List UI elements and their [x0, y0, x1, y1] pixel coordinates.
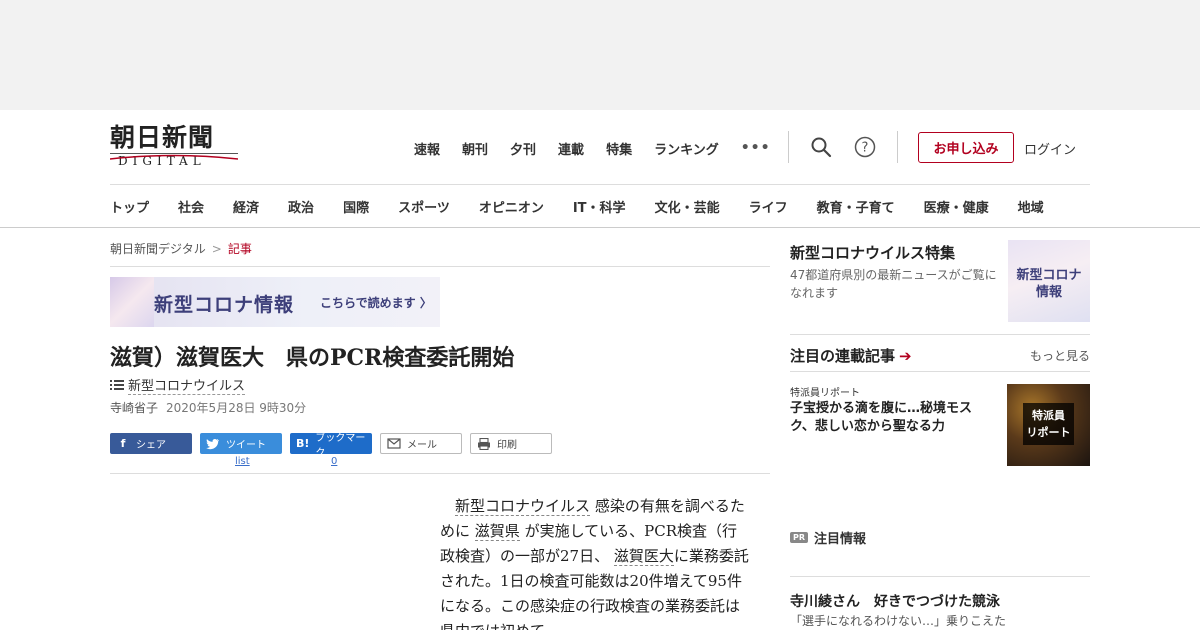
- mail-label: メール: [407, 440, 437, 451]
- pr-headline[interactable]: 寺川綾さん 好きでつづけた競泳: [790, 591, 1000, 611]
- article-headline: 滋賀）滋賀医大 県のPCR検査委託開始: [110, 345, 515, 371]
- divider: [897, 131, 898, 163]
- category-local[interactable]: 地域: [1018, 197, 1044, 216]
- facebook-share-label: シェア: [136, 440, 166, 451]
- badge-label: 特派員 リポート: [1026, 409, 1071, 439]
- series-thumbnail[interactable]: 特派員 リポート: [1007, 384, 1090, 466]
- facebook-icon: f: [120, 437, 126, 450]
- twitter-share-button[interactable]: ツイート: [200, 433, 282, 454]
- arrow-right-icon: ➔: [899, 347, 912, 365]
- article-body: 新型コロナウイルス 感染の有無を調べるために 滋賀県 が実施している、PCR検査…: [440, 494, 750, 630]
- corona-info-banner[interactable]: 新型コロナ情報 こちらで読めます 〉: [110, 277, 440, 327]
- search-icon[interactable]: [810, 136, 832, 158]
- facebook-share-button[interactable]: f シェア: [110, 433, 192, 454]
- hatena-bookmark-button[interactable]: B! ブックマーク: [290, 433, 372, 459]
- share-bar: f シェア ツイート B! ブックマーク メール 印刷: [110, 433, 560, 459]
- login-link[interactable]: ログイン: [1024, 139, 1076, 158]
- category-international[interactable]: 国際: [343, 197, 369, 216]
- category-economy[interactable]: 経済: [233, 197, 259, 216]
- topnav-evening[interactable]: 夕刊: [510, 139, 536, 158]
- divider: [788, 131, 789, 163]
- site-logo[interactable]: 朝日新聞 DIGITAL: [110, 124, 242, 174]
- category-top[interactable]: トップ: [110, 197, 149, 216]
- print-icon: [478, 437, 490, 450]
- category-health[interactable]: 医療・健康: [924, 197, 989, 216]
- topnav-features[interactable]: 特集: [606, 139, 632, 158]
- feature-description: 47都道府県別の最新ニュースがご覧になれます: [790, 268, 997, 300]
- topnav-series[interactable]: 連載: [558, 139, 584, 158]
- divider: [790, 371, 1090, 372]
- series-headline[interactable]: 子宝授かる滴を腹に…秘境モスク、悲しい恋から聖なる力: [790, 400, 995, 436]
- pr-section-title: PR 注目情報: [790, 528, 866, 547]
- topnav-morning[interactable]: 朝刊: [462, 139, 488, 158]
- series-section-title[interactable]: 注目の連載記事 ➔: [790, 345, 912, 366]
- category-opinion[interactable]: オピニオン: [479, 197, 544, 216]
- list-icon: [110, 380, 124, 390]
- hatena-label: ブックマーク: [315, 432, 366, 459]
- divider: [790, 576, 1090, 577]
- print-label: 印刷: [497, 440, 517, 451]
- category-culture[interactable]: 文化・芸能: [655, 197, 720, 216]
- topnav-ranking[interactable]: ランキング: [654, 139, 719, 158]
- pr-description: 「選手になれるわけない…」乗りこえた: [790, 614, 1007, 628]
- body-link-corona[interactable]: 新型コロナウイルス: [455, 497, 591, 516]
- help-icon[interactable]: ?: [854, 136, 876, 158]
- feature-title[interactable]: 新型コロナウイルス特集: [790, 242, 955, 263]
- category-sports[interactable]: スポーツ: [398, 197, 450, 216]
- series-thumbnail-badge: 特派員 リポート: [1023, 403, 1074, 445]
- logo-arc-icon: [110, 154, 238, 160]
- pr-badge: PR: [790, 532, 809, 543]
- twitter-icon: [206, 438, 219, 449]
- banner-link-text: こちらで読めます: [320, 296, 416, 310]
- divider: [790, 334, 1090, 335]
- thumb-label: 新型コロナ 情報: [1016, 268, 1082, 300]
- tag-label: 新型コロナウイルス: [128, 375, 246, 395]
- hatena-count[interactable]: 0: [331, 456, 337, 467]
- divider: [110, 473, 770, 474]
- more-menu-icon[interactable]: •••: [741, 140, 771, 156]
- divider: [110, 266, 770, 267]
- logo-text: 朝日新聞: [110, 123, 215, 152]
- category-society[interactable]: 社会: [178, 197, 204, 216]
- svg-text:?: ?: [862, 141, 869, 156]
- article-tag[interactable]: 新型コロナウイルス: [110, 375, 246, 395]
- banner-title: 新型コロナ情報: [154, 294, 295, 316]
- series-title-text: 注目の連載記事: [790, 347, 896, 365]
- breadcrumb-separator: >: [211, 242, 222, 256]
- breadcrumb-current: 記事: [227, 242, 252, 256]
- twitter-share-label: ツイート: [226, 440, 266, 451]
- mail-button[interactable]: メール: [380, 433, 462, 454]
- series-tag: 特派員リポート: [790, 388, 860, 399]
- hatena-icon: B!: [296, 437, 310, 450]
- more-link[interactable]: もっと見る: [1030, 347, 1090, 364]
- topnav-breaking[interactable]: 速報: [414, 139, 440, 158]
- print-button[interactable]: 印刷: [470, 433, 552, 454]
- category-education[interactable]: 教育・子育て: [817, 197, 895, 216]
- ad-banner-area: [0, 0, 1200, 110]
- category-nav: トップ 社会 経済 政治 国際 スポーツ オピニオン IT・科学 文化・芸能 ラ…: [110, 184, 1090, 228]
- feature-thumbnail[interactable]: 新型コロナ 情報: [1008, 240, 1090, 322]
- byline: 寺崎省子 2020年5月28日 9時30分: [110, 399, 306, 416]
- publish-date: 2020年5月28日 9時30分: [166, 401, 307, 415]
- pr-label: 注目情報: [814, 532, 867, 547]
- body-link-shiga[interactable]: 滋賀県: [474, 522, 520, 541]
- category-politics[interactable]: 政治: [288, 197, 314, 216]
- body-link-shiga-univ[interactable]: 滋賀医大: [613, 547, 674, 566]
- category-it-science[interactable]: IT・科学: [573, 197, 626, 216]
- banner-decoration: [110, 277, 154, 327]
- chevron-right-icon: 〉: [419, 296, 432, 310]
- mail-icon: [387, 438, 401, 449]
- breadcrumb-home[interactable]: 朝日新聞デジタル: [110, 242, 206, 256]
- subscribe-button[interactable]: お申し込み: [918, 132, 1014, 163]
- twitter-count[interactable]: list: [235, 456, 250, 467]
- banner-link: こちらで読めます 〉: [320, 294, 432, 311]
- top-nav: 速報 朝刊 夕刊 連載 特集 ランキング •••: [414, 136, 771, 160]
- feature-thumbnail-text: 新型コロナ 情報: [1008, 267, 1090, 301]
- category-life[interactable]: ライフ: [749, 197, 788, 216]
- breadcrumb: 朝日新聞デジタル > 記事: [110, 240, 252, 257]
- site-header: 朝日新聞 DIGITAL 速報 朝刊 夕刊 連載 特集 ランキング ••• ? …: [0, 110, 1200, 228]
- author-name: 寺崎省子: [110, 401, 159, 415]
